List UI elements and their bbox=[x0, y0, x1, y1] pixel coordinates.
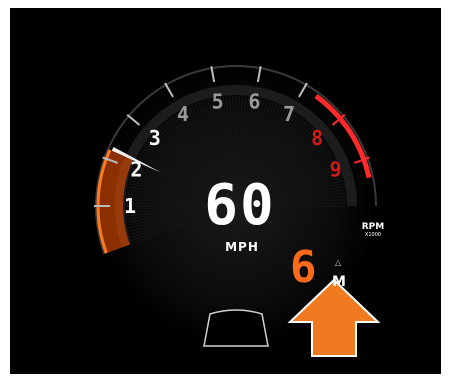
gear-indicator: 6 bbox=[290, 242, 317, 293]
tick-label: 5 bbox=[212, 90, 224, 114]
tick-label: 9 bbox=[330, 158, 342, 182]
rpm-multiplier-label: X1000 bbox=[364, 232, 382, 238]
rpm-label: RPM bbox=[361, 222, 385, 232]
tick-label: 4 bbox=[177, 102, 189, 126]
tick-label: 6 bbox=[248, 90, 260, 114]
drive-mode-indicator: M bbox=[332, 274, 346, 290]
rpm-fill bbox=[97, 149, 133, 254]
instrument-cluster: 123456789 60 MPH RPM X1000 6 △ M bbox=[10, 8, 441, 374]
tick-label: 8 bbox=[311, 126, 323, 150]
speed-unit-label: MPH bbox=[225, 240, 259, 254]
speed-readout: 60 bbox=[204, 173, 276, 238]
tick-label: 7 bbox=[283, 102, 295, 126]
tick-label: 1 bbox=[124, 194, 136, 218]
upshift-indicator-icon: △ bbox=[335, 258, 342, 267]
tick-label: 3 bbox=[149, 126, 161, 150]
gauge-notch bbox=[203, 309, 269, 347]
rpm-unit-label: RPM X1000 bbox=[355, 222, 391, 238]
tick-label: 2 bbox=[130, 158, 142, 182]
